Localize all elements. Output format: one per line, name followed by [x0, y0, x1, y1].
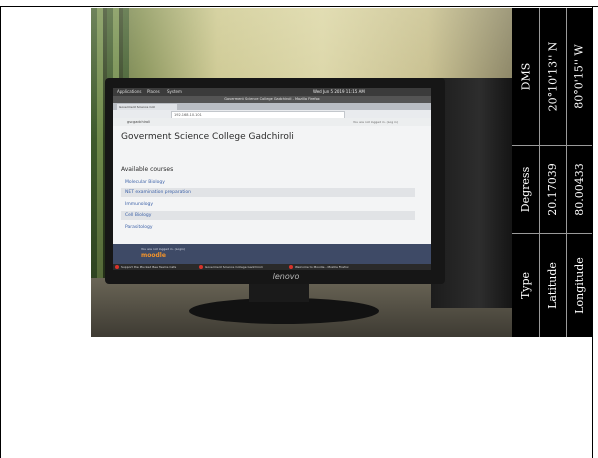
taskbar-item-label: Support the Plucked Bee Teams Cafe: [121, 265, 177, 269]
os-menu-places: Places: [147, 89, 160, 94]
taskbar-item-label: Goverment Science College Gadchiroli: [205, 265, 263, 269]
site-home-link: gscgadchiroli: [127, 120, 151, 124]
os-top-bar: Applications Places System Wed Jun 5 201…: [113, 88, 431, 96]
browser-title: Goverment Science College Gadchiroli - M…: [113, 96, 431, 103]
firefox-icon: [289, 265, 293, 269]
latitude-type-cell: Latitude: [546, 261, 560, 309]
firefox-icon: [199, 265, 203, 269]
taskbar-item: Goverment Science College Gadchiroli: [199, 264, 263, 270]
taskbar-item: Welcome to Moodle - Mozilla Firefox: [289, 264, 349, 270]
os-menu-system: System: [167, 89, 182, 94]
firefox-icon: [115, 265, 119, 269]
course-item: Parasitology: [125, 225, 153, 230]
taskbar-item: Support the Plucked Bee Teams Cafe: [115, 264, 176, 270]
coordinates-table: Type Degress DMS Latitude 20.17039 20°10…: [512, 8, 592, 337]
moodle-page: Goverment Science College Gadchiroli Ava…: [113, 126, 431, 244]
monitor-photo: lenovo Applications Places System Wed Ju…: [91, 8, 512, 337]
moodle-footer: You are not logged in. (Login) moodle: [113, 244, 431, 264]
os-taskbar: Support the Plucked Bee Teams Cafe Gover…: [113, 264, 431, 270]
header-degrees: Degress: [519, 166, 532, 212]
header-dms: DMS: [519, 62, 532, 91]
course-item: Immunology: [125, 202, 154, 207]
longitude-type-cell: Longitude: [572, 256, 586, 314]
browser-tab-row: Goverment Science Coll: [113, 103, 431, 110]
course-item: Cell Biology: [121, 211, 415, 220]
latitude-degrees-cell: 20.17039: [546, 162, 559, 216]
latitude-dms-cell: 20°10'13'' N: [546, 41, 559, 112]
site-nav-bar: gscgadchiroli You are not logged in. (Lo…: [113, 118, 431, 126]
browser-url-row: 192.168.10.101: [113, 110, 431, 119]
monitor-brand: lenovo: [272, 272, 300, 281]
monitor-screen: Applications Places System Wed Jun 5 201…: [113, 88, 431, 270]
frame-top-border: [0, 6, 598, 7]
longitude-dms-cell: 80°0'15'' W: [572, 44, 586, 109]
site-login-status: You are not logged in. (Log in): [353, 120, 399, 124]
monitor-stand-neck: [249, 284, 309, 302]
os-clock: Wed Jun 5 2019 11:15 AM: [313, 89, 365, 94]
courses-heading: Available courses: [121, 166, 174, 173]
os-menu-applications: Applications: [117, 89, 142, 94]
taskbar-item-label: Welcome to Moodle - Mozilla Firefox: [295, 265, 349, 269]
page-title: Goverment Science College Gadchiroli: [121, 132, 294, 142]
course-item: NET examination preparation: [121, 188, 415, 197]
footer-login-note: You are not logged in. (Login): [141, 247, 186, 251]
moodle-logo: moodle: [141, 252, 166, 259]
frame-right-border: [592, 6, 593, 458]
course-item: Molecular Biology: [125, 180, 165, 185]
header-type: Type: [519, 271, 533, 299]
frame-left-border: [0, 6, 1, 458]
longitude-degrees-cell: 80.00433: [572, 162, 586, 216]
